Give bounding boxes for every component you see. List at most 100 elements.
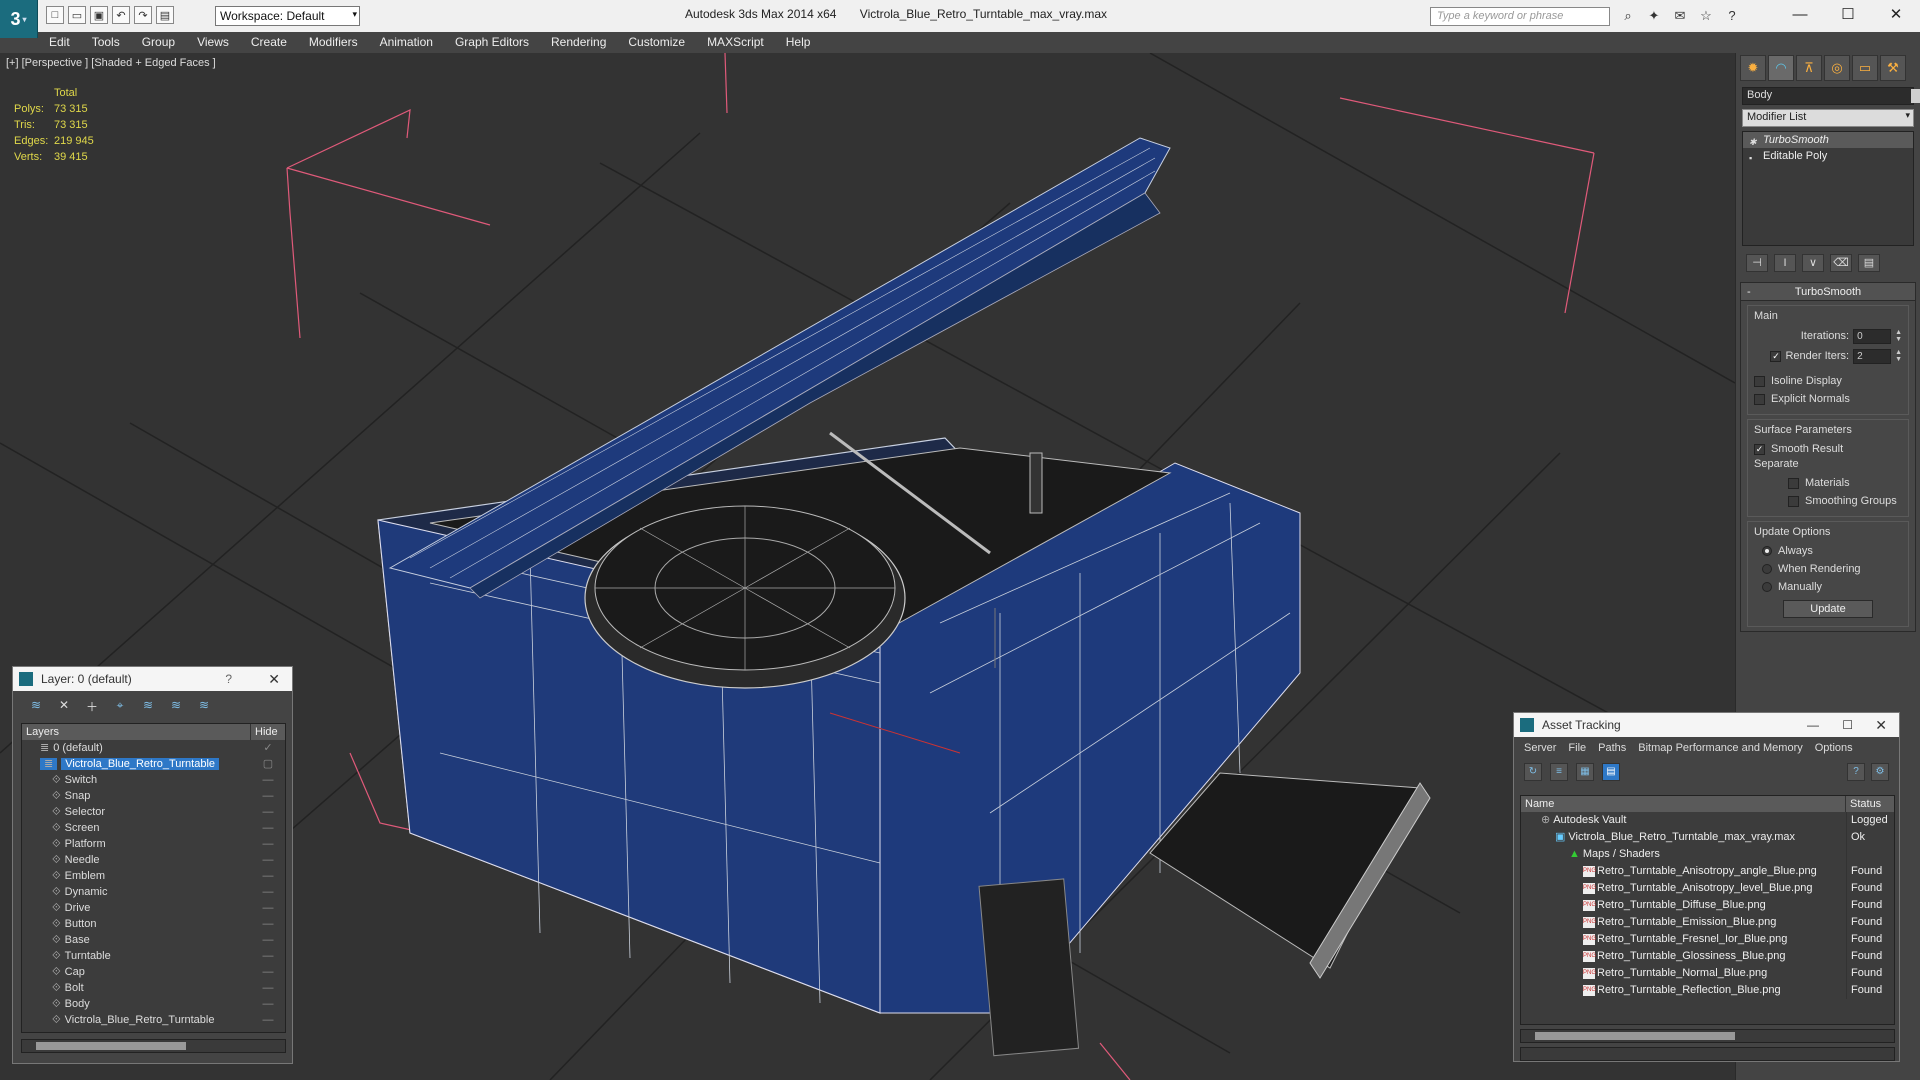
object-color-swatch[interactable] bbox=[1911, 89, 1920, 103]
app-logo-icon[interactable]: 3 ▾ bbox=[0, 0, 38, 38]
hide-all-icon[interactable]: ≋ bbox=[167, 698, 185, 714]
close-icon[interactable]: ✕ bbox=[1872, 0, 1920, 28]
refresh-icon[interactable]: ↻ bbox=[1524, 763, 1542, 781]
highlight-layer-icon[interactable]: ≋ bbox=[139, 698, 157, 714]
hide-toggle[interactable]: ▢ bbox=[251, 756, 285, 772]
layer-row[interactable]: ⟐ Dynamic — bbox=[22, 884, 285, 900]
horizontal-scrollbar[interactable] bbox=[21, 1039, 286, 1053]
hide-toggle[interactable]: — bbox=[251, 772, 285, 788]
asset-menu-bitmap-performance-and-memory[interactable]: Bitmap Performance and Memory bbox=[1632, 742, 1808, 754]
layer-row[interactable]: ⟐ Switch — bbox=[22, 772, 285, 788]
delete-layer-icon[interactable]: ✕ bbox=[55, 698, 73, 714]
menu-customize[interactable]: Customize bbox=[617, 32, 696, 52]
help-icon[interactable]: ? bbox=[1847, 763, 1865, 781]
asset-menu-server[interactable]: Server bbox=[1518, 742, 1562, 754]
menu-edit[interactable]: Edit bbox=[38, 32, 81, 52]
hide-toggle[interactable]: — bbox=[251, 980, 285, 996]
layer-row[interactable]: ⟐ Platform — bbox=[22, 836, 285, 852]
manually-radio[interactable] bbox=[1762, 582, 1772, 592]
smoothing-groups-option[interactable]: Smoothing Groups bbox=[1754, 492, 1902, 510]
pin-stack-icon[interactable]: ⊣ bbox=[1746, 254, 1768, 272]
scrollbar-thumb[interactable] bbox=[1535, 1032, 1735, 1040]
layer-row[interactable]: ≣ Victrola_Blue_Retro_Turntable ▢ bbox=[22, 756, 285, 772]
layer-name[interactable]: ⟐ Dynamic bbox=[22, 884, 251, 900]
close-icon[interactable]: ✕ bbox=[1875, 713, 1887, 737]
layer-name[interactable]: ⟐ Victrola_Blue_Retro_Turntable bbox=[22, 1012, 251, 1028]
layer-name[interactable]: ⟐ Switch bbox=[22, 772, 251, 788]
open-file-icon[interactable]: ▭ bbox=[68, 6, 86, 24]
layer-name[interactable]: ⟐ Cap bbox=[22, 964, 251, 980]
configure-sets-icon[interactable]: ▤ bbox=[1858, 254, 1880, 272]
viewport-label[interactable]: [+] [Perspective ] [Shaded + Edged Faces… bbox=[6, 57, 216, 69]
layer-row[interactable]: ⟐ Base — bbox=[22, 932, 285, 948]
render-iters-spinner[interactable]: 2 bbox=[1853, 348, 1892, 364]
layer-name[interactable]: ⟐ Selector bbox=[22, 804, 251, 820]
menu-modifiers[interactable]: Modifiers bbox=[298, 32, 369, 52]
subscription-icon[interactable]: ✦ bbox=[1644, 7, 1664, 25]
smooth-result-checkbox[interactable]: ✓ bbox=[1754, 443, 1765, 455]
layer-name[interactable]: ⟐ Turntable bbox=[22, 948, 251, 964]
hold-icon[interactable]: ▤ bbox=[156, 6, 174, 24]
new-layer-icon[interactable]: ≋ bbox=[27, 698, 45, 714]
help-icon[interactable]: ? bbox=[225, 667, 232, 691]
show-end-result-icon[interactable]: Ι bbox=[1774, 254, 1796, 272]
hierarchy-tab-icon[interactable]: ⊼ bbox=[1796, 55, 1822, 81]
layer-row[interactable]: ≣ 0 (default) ✓ bbox=[22, 740, 285, 756]
col-name[interactable]: Name bbox=[1521, 796, 1846, 812]
layer-row[interactable]: ⟐ Drive — bbox=[22, 900, 285, 916]
menu-group[interactable]: Group bbox=[131, 32, 186, 52]
asset-row[interactable]: ▲ Maps / Shaders bbox=[1521, 846, 1894, 863]
save-icon[interactable]: ▣ bbox=[90, 6, 108, 24]
hide-toggle[interactable]: — bbox=[251, 916, 285, 932]
layer-name[interactable]: ⟐ Drive bbox=[22, 900, 251, 916]
always-radio[interactable] bbox=[1762, 546, 1772, 556]
hide-toggle[interactable]: — bbox=[251, 868, 285, 884]
search-input[interactable]: Type a keyword or phrase bbox=[1430, 7, 1610, 26]
when-rendering-option[interactable]: When Rendering bbox=[1754, 560, 1902, 578]
layer-row[interactable]: ⟐ Bolt — bbox=[22, 980, 285, 996]
spinner-arrows-icon[interactable]: ▲ ▼ bbox=[1895, 349, 1902, 363]
stack-item-editable-poly[interactable]: ▪ Editable Poly bbox=[1743, 148, 1913, 164]
manually-option[interactable]: Manually bbox=[1754, 578, 1902, 596]
modifier-list-dropdown[interactable]: Modifier List ▾ bbox=[1742, 109, 1914, 127]
asset-menu-paths[interactable]: Paths bbox=[1592, 742, 1632, 754]
minimize-icon[interactable]: — bbox=[1807, 713, 1819, 737]
layer-row[interactable]: ⟐ Selector — bbox=[22, 804, 285, 820]
layer-name[interactable]: ⟐ Snap bbox=[22, 788, 251, 804]
layer-row[interactable]: ⟐ Button — bbox=[22, 916, 285, 932]
explicit-normals-checkbox[interactable] bbox=[1754, 393, 1765, 405]
col-layers[interactable]: Layers bbox=[22, 724, 251, 740]
dialog-title-bar[interactable]: Asset Tracking — ☐ ✕ bbox=[1514, 713, 1899, 737]
add-to-layer-icon[interactable]: ＋ bbox=[83, 698, 101, 714]
table-view-icon[interactable]: ▤ bbox=[1602, 763, 1620, 781]
col-status[interactable]: Status bbox=[1846, 796, 1894, 812]
layer-name[interactable]: ⟐ Body bbox=[22, 996, 251, 1012]
select-objects-icon[interactable]: ⌖ bbox=[111, 698, 129, 714]
asset-row[interactable]: PNGRetro_Turntable_Anisotropy_level_Blue… bbox=[1521, 880, 1894, 897]
layer-row[interactable]: ⟐ Needle — bbox=[22, 852, 285, 868]
layer-row[interactable]: ⟐ Cap — bbox=[22, 964, 285, 980]
layer-name[interactable]: ⟐ Button bbox=[22, 916, 251, 932]
asset-row[interactable]: PNGRetro_Turntable_Glossiness_Blue.png Fo… bbox=[1521, 948, 1894, 965]
spinner-arrows-icon[interactable]: ▲ ▼ bbox=[1895, 329, 1902, 343]
iterations-spinner[interactable]: 0 bbox=[1853, 328, 1892, 344]
hide-toggle[interactable]: — bbox=[251, 964, 285, 980]
smoothing-groups-checkbox[interactable] bbox=[1788, 495, 1799, 507]
hide-toggle[interactable]: ✓ bbox=[251, 740, 285, 756]
list-view-icon[interactable]: ≡ bbox=[1550, 763, 1568, 781]
explicit-normals-option[interactable]: Explicit Normals bbox=[1754, 390, 1902, 408]
hide-toggle[interactable]: — bbox=[251, 884, 285, 900]
workspace-dropdown[interactable]: Workspace: Default ▾ bbox=[215, 6, 360, 26]
menu-graph-editors[interactable]: Graph Editors bbox=[444, 32, 540, 52]
layer-row[interactable]: ⟐ Body — bbox=[22, 996, 285, 1012]
communication-icon[interactable]: ✉ bbox=[1670, 7, 1690, 25]
utilities-tab-icon[interactable]: ⚒ bbox=[1880, 55, 1906, 81]
isoline-checkbox[interactable] bbox=[1754, 375, 1765, 387]
asset-row[interactable]: ▣ Victrola_Blue_Retro_Turntable_max_vray.… bbox=[1521, 829, 1894, 846]
horizontal-scrollbar[interactable] bbox=[1520, 1029, 1895, 1043]
asset-row[interactable]: PNGRetro_Turntable_Diffuse_Blue.png Found bbox=[1521, 897, 1894, 914]
new-file-icon[interactable]: □ bbox=[46, 6, 64, 24]
update-button[interactable]: Update bbox=[1783, 600, 1873, 618]
always-option[interactable]: Always bbox=[1754, 542, 1902, 560]
hide-toggle[interactable]: — bbox=[251, 852, 285, 868]
